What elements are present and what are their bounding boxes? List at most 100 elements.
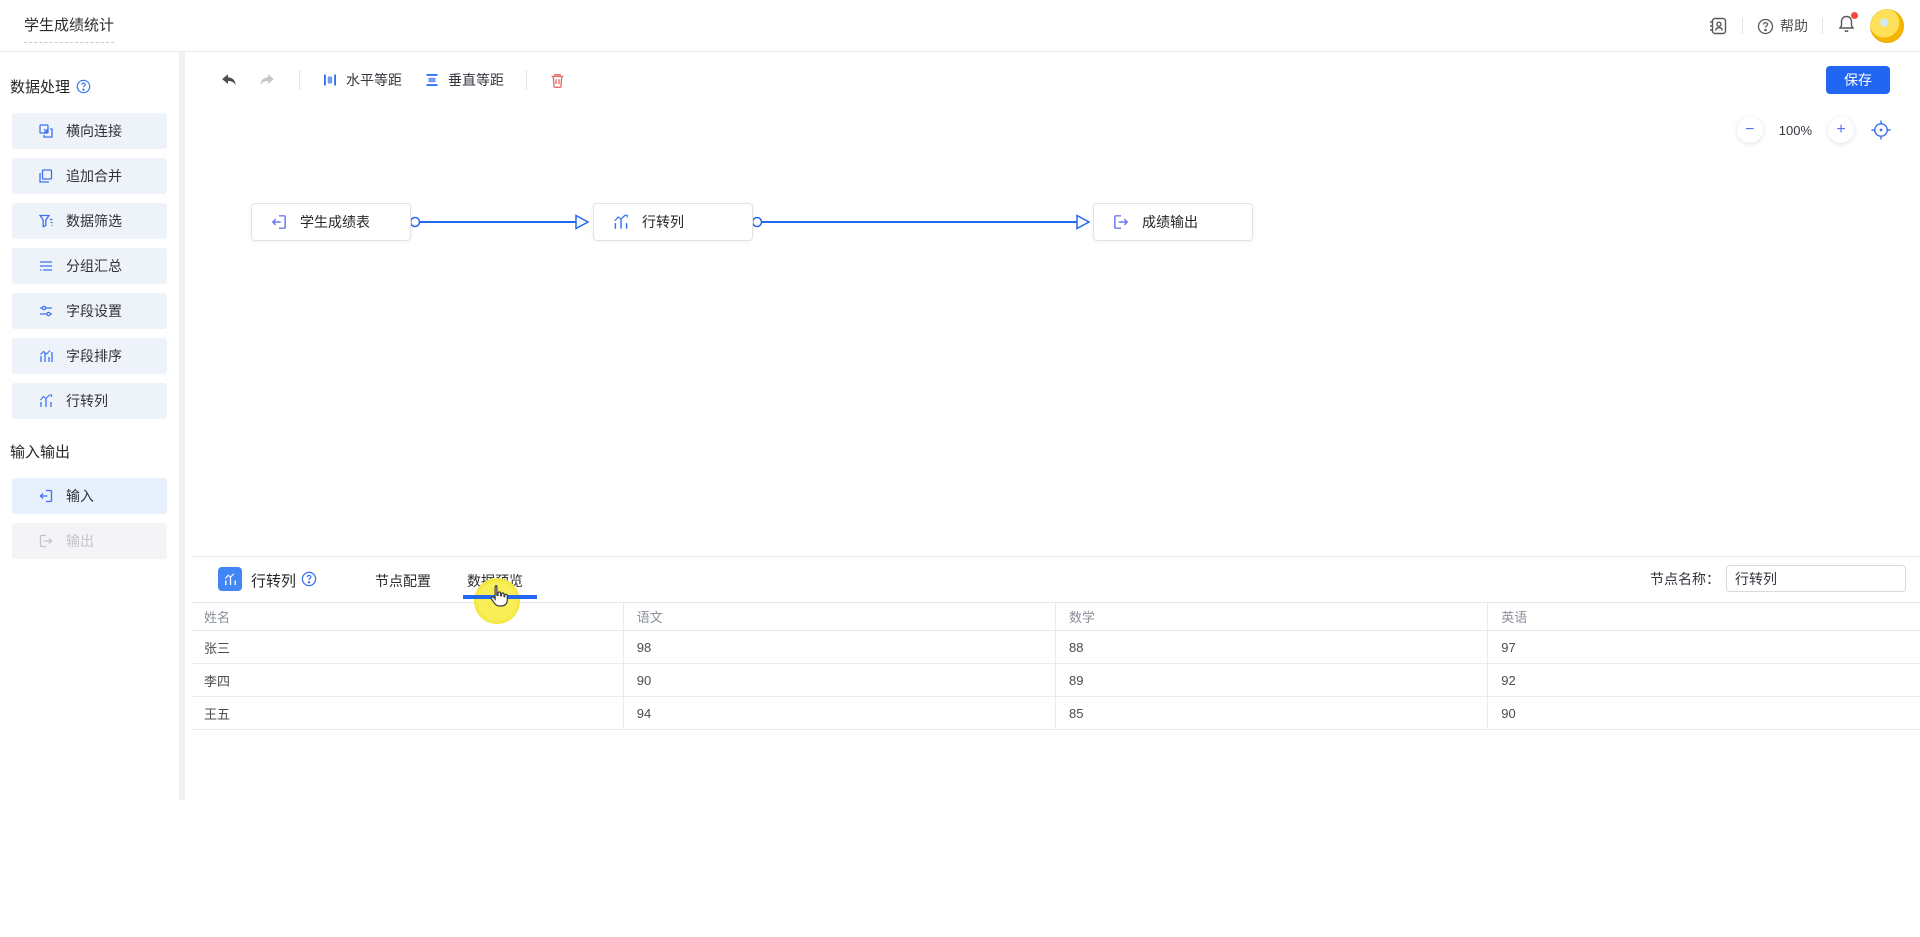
- canvas-toolbar: 水平等距 垂直等距: [191, 52, 1920, 108]
- vertical-distribute-button[interactable]: 垂直等距: [424, 70, 504, 90]
- save-button[interactable]: 保存: [1826, 66, 1890, 94]
- row-to-column-icon: [218, 567, 242, 591]
- column-header: 数学: [1056, 603, 1488, 631]
- delete-trash-icon[interactable]: [549, 72, 566, 89]
- input-icon: [38, 488, 54, 504]
- sidebar-item-join[interactable]: 横向连接: [12, 113, 167, 149]
- zoom-out-button[interactable]: −: [1737, 117, 1763, 143]
- question-circle-icon[interactable]: [76, 79, 91, 94]
- sidebar-item-label: 行转列: [66, 391, 108, 411]
- table-cell: 92: [1488, 664, 1920, 697]
- table-cell: 90: [623, 664, 1055, 697]
- zoom-controls: − 100% +: [1737, 117, 1892, 143]
- input-node-icon: [270, 213, 288, 231]
- flow-edges: [191, 52, 1920, 556]
- section-title: 数据处理: [10, 76, 70, 97]
- node-detail-panel: 行转列 节点配置 数据预览 节点名称：: [191, 556, 1920, 800]
- horizontal-distribute-label: 水平等距: [346, 70, 402, 90]
- top-header: 学生成绩统计 帮助: [0, 0, 1920, 52]
- flow-node-label: 行转列: [642, 212, 684, 232]
- row-to-column-icon: [612, 213, 630, 231]
- node-name-label: 节点名称：: [1650, 569, 1720, 589]
- header-divider: [1742, 18, 1743, 34]
- table-cell: 88: [1056, 631, 1488, 664]
- sidebar-item-label: 追加合并: [66, 166, 122, 186]
- tab-node-config[interactable]: 节点配置: [375, 571, 431, 591]
- undo-icon[interactable]: [219, 71, 237, 89]
- table-cell: 王五: [191, 697, 623, 730]
- sidebar-section-input-output: 输入输出: [10, 441, 167, 462]
- output-icon: [38, 533, 54, 549]
- table-cell: 张三: [191, 631, 623, 664]
- filter-icon: [38, 213, 54, 229]
- sidebar-item-field-sort[interactable]: 字段排序: [12, 338, 167, 374]
- user-avatar[interactable]: [1870, 9, 1904, 43]
- group-summary-icon: [38, 258, 54, 274]
- row-to-column-icon: [38, 393, 54, 409]
- sidebar-item-field-settings[interactable]: 字段设置: [12, 293, 167, 329]
- node-name-field: 节点名称：: [1650, 565, 1906, 592]
- sidebar-item-label: 输入: [66, 486, 94, 506]
- sidebar-item-row-to-column[interactable]: 行转列: [12, 383, 167, 419]
- sidebar-item-input[interactable]: 输入: [12, 478, 167, 514]
- contacts-icon[interactable]: [1708, 16, 1728, 36]
- sidebar-item-label: 字段排序: [66, 346, 122, 366]
- data-preview-table: 姓名 语文 数学 英语 张三 98 88 97 李四 90 89 92: [191, 602, 1920, 730]
- table-cell: 98: [623, 631, 1055, 664]
- table-cell: 李四: [191, 664, 623, 697]
- toolbar-divider: [299, 70, 300, 90]
- help-button[interactable]: 帮助: [1757, 16, 1808, 36]
- table-row: 张三 98 88 97: [191, 631, 1920, 664]
- flow-node-label: 成绩输出: [1142, 212, 1198, 232]
- sidebar: 数据处理 横向连接: [0, 52, 185, 800]
- question-circle-icon[interactable]: [301, 571, 317, 587]
- flow-canvas[interactable]: 水平等距 垂直等距 保存 − 100% +: [191, 52, 1920, 556]
- fit-view-icon[interactable]: [1870, 119, 1892, 141]
- column-header: 语文: [623, 603, 1055, 631]
- sidebar-item-label: 字段设置: [66, 301, 122, 321]
- notification-badge: [1851, 12, 1858, 19]
- app-root: 学生成绩统计 帮助: [0, 0, 1920, 937]
- field-sort-icon: [38, 348, 54, 364]
- header-actions: 帮助: [1708, 0, 1904, 52]
- section-title: 输入输出: [10, 441, 70, 462]
- zoom-level: 100%: [1779, 123, 1812, 138]
- flow-node-row-to-column[interactable]: 行转列: [593, 203, 753, 241]
- panel-node-type-label: 行转列: [251, 570, 296, 591]
- notification-bell-icon[interactable]: [1837, 14, 1856, 38]
- horizontal-distribute-button[interactable]: 水平等距: [322, 70, 402, 90]
- field-settings-icon: [38, 303, 54, 319]
- sidebar-section-data-processing: 数据处理: [10, 76, 167, 97]
- table-cell: 97: [1488, 631, 1920, 664]
- sidebar-item-output: 输出: [12, 523, 167, 559]
- node-name-input[interactable]: [1726, 565, 1906, 592]
- column-header: 姓名: [191, 603, 623, 631]
- sidebar-item-union[interactable]: 追加合并: [12, 158, 167, 194]
- table-cell: 89: [1056, 664, 1488, 697]
- toolbar-divider: [526, 70, 527, 90]
- header-divider: [1822, 18, 1823, 34]
- sidebar-item-group-summary[interactable]: 分组汇总: [12, 248, 167, 284]
- output-node-icon: [1112, 213, 1130, 231]
- table-row: 李四 90 89 92: [191, 664, 1920, 697]
- table-cell: 85: [1056, 697, 1488, 730]
- zoom-in-button[interactable]: +: [1828, 117, 1854, 143]
- sidebar-item-label: 输出: [66, 531, 94, 551]
- vertical-distribute-icon: [424, 72, 440, 88]
- horizontal-distribute-icon: [322, 72, 338, 88]
- sidebar-item-label: 横向连接: [66, 121, 122, 141]
- flow-node-score-output[interactable]: 成绩输出: [1093, 203, 1253, 241]
- table-header-row: 姓名 语文 数学 英语: [191, 603, 1920, 631]
- flow-node-student-scores[interactable]: 学生成绩表: [251, 203, 411, 241]
- union-icon: [38, 168, 54, 184]
- redo-icon[interactable]: [259, 71, 277, 89]
- cursor-pointer-icon: [487, 583, 511, 616]
- column-header: 英语: [1488, 603, 1920, 631]
- document-title[interactable]: 学生成绩统计: [24, 14, 114, 43]
- join-icon: [38, 123, 54, 139]
- table-cell: 94: [623, 697, 1055, 730]
- panel-header: 行转列 节点配置 数据预览 节点名称：: [191, 557, 1920, 602]
- table-cell: 90: [1488, 697, 1920, 730]
- sidebar-item-filter[interactable]: 数据筛选: [12, 203, 167, 239]
- sidebar-item-label: 分组汇总: [66, 256, 122, 276]
